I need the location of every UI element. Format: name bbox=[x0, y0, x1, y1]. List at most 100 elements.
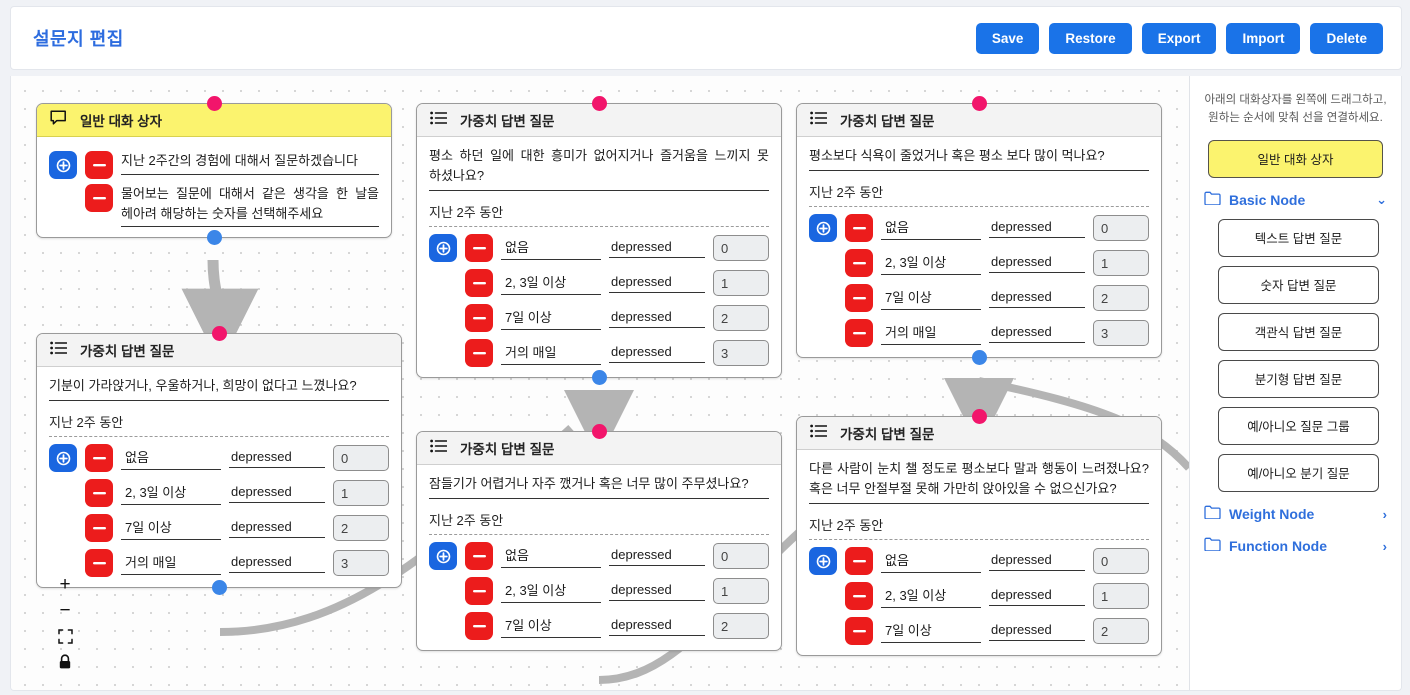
option-label-input[interactable]: 7일 이상 bbox=[501, 307, 601, 330]
node-weight-question[interactable]: 가중치 답변 질문 다른 사람이 눈치 챌 정도로 평소보다 말과 행동이 느려… bbox=[796, 409, 1162, 657]
node-weight-question[interactable]: 가중치 답변 질문 잠들기가 어렵거나 자주 깼거나 혹은 너무 많이 주무셨나… bbox=[416, 424, 782, 652]
node-weight-question[interactable]: 가중치 답변 질문 기분이 가라앉거나, 우울하거나, 희망이 없다고 느꼈나요… bbox=[36, 326, 402, 596]
option-key-input[interactable]: depressed bbox=[609, 309, 705, 328]
option-value-input[interactable]: 0 bbox=[713, 235, 769, 262]
option-value-input[interactable]: 3 bbox=[713, 340, 769, 367]
option-key-input[interactable]: depressed bbox=[989, 587, 1085, 606]
option-label-input[interactable]: 거의 매일 bbox=[121, 552, 221, 575]
option-label-input[interactable]: 2, 3일 이상 bbox=[881, 585, 981, 608]
palette-item-yesno-group[interactable]: 예/아니오 질문 그룹 bbox=[1218, 406, 1379, 445]
option-value-input[interactable]: 1 bbox=[333, 480, 389, 507]
option-value-input[interactable]: 1 bbox=[713, 270, 769, 297]
delete-line-button[interactable] bbox=[85, 184, 113, 212]
chevron-down-icon[interactable]: ⌄ bbox=[1376, 192, 1387, 208]
restore-button[interactable]: Restore bbox=[1049, 22, 1132, 54]
period-text[interactable]: 지난 2주 동안 bbox=[809, 504, 1149, 541]
delete-button[interactable]: Delete bbox=[1310, 22, 1383, 54]
option-label-input[interactable]: 2, 3일 이상 bbox=[501, 580, 601, 603]
option-label-input[interactable]: 없음 bbox=[881, 550, 981, 573]
delete-option-button[interactable] bbox=[845, 319, 873, 348]
import-button[interactable]: Import bbox=[1226, 22, 1301, 54]
option-key-input[interactable]: depressed bbox=[989, 289, 1085, 308]
option-label-input[interactable]: 2, 3일 이상 bbox=[881, 252, 981, 275]
option-value-input[interactable]: 0 bbox=[1093, 215, 1149, 242]
node-weight-question[interactable]: 가중치 답변 질문 평소 하던 일에 대한 흥미가 없어지거나 즐거움을 느끼지… bbox=[416, 96, 782, 386]
delete-option-button[interactable] bbox=[465, 577, 493, 606]
delete-option-button[interactable] bbox=[845, 214, 873, 243]
chevron-right-icon[interactable]: › bbox=[1383, 539, 1387, 554]
delete-option-button[interactable] bbox=[465, 269, 493, 298]
option-key-input[interactable]: depressed bbox=[609, 344, 705, 363]
option-key-input[interactable]: depressed bbox=[989, 622, 1085, 641]
period-text[interactable]: 지난 2주 동안 bbox=[429, 191, 769, 228]
delete-line-button[interactable] bbox=[85, 151, 113, 179]
option-key-input[interactable]: depressed bbox=[229, 554, 325, 573]
option-key-input[interactable]: depressed bbox=[609, 547, 705, 566]
option-key-input[interactable]: depressed bbox=[989, 552, 1085, 571]
add-option-button[interactable] bbox=[429, 234, 457, 263]
fit-view-button[interactable] bbox=[53, 623, 77, 649]
question-text[interactable]: 다른 사람이 눈치 챌 정도로 평소보다 말과 행동이 느려졌나요? 혹은 너무… bbox=[809, 459, 1149, 505]
add-option-button[interactable] bbox=[429, 542, 457, 571]
save-button[interactable]: Save bbox=[975, 22, 1040, 54]
option-value-input[interactable]: 0 bbox=[1093, 548, 1149, 575]
target-handle[interactable] bbox=[211, 326, 227, 341]
delete-option-button[interactable] bbox=[85, 444, 113, 473]
delete-option-button[interactable] bbox=[465, 542, 493, 571]
palette-item-yesno-branch[interactable]: 예/아니오 분기 질문 bbox=[1218, 453, 1379, 492]
option-key-input[interactable]: depressed bbox=[609, 239, 705, 258]
delete-option-button[interactable] bbox=[465, 339, 493, 368]
option-label-input[interactable]: 7일 이상 bbox=[881, 620, 981, 643]
option-label-input[interactable]: 거의 매일 bbox=[501, 342, 601, 365]
option-value-input[interactable]: 2 bbox=[1093, 618, 1149, 645]
palette-item-number-question[interactable]: 숫자 답변 질문 bbox=[1218, 265, 1379, 304]
zoom-in-button[interactable]: + bbox=[53, 571, 77, 597]
option-label-input[interactable]: 2, 3일 이상 bbox=[121, 482, 221, 505]
period-text[interactable]: 지난 2주 동안 bbox=[429, 499, 769, 536]
option-key-input[interactable]: depressed bbox=[229, 449, 325, 468]
option-value-input[interactable]: 2 bbox=[713, 305, 769, 332]
palette-item-text-question[interactable]: 텍스트 답변 질문 bbox=[1218, 218, 1379, 257]
option-value-input[interactable]: 1 bbox=[1093, 583, 1149, 610]
period-text[interactable]: 지난 2주 동안 bbox=[809, 171, 1149, 208]
option-label-input[interactable]: 없음 bbox=[881, 217, 981, 240]
delete-option-button[interactable] bbox=[845, 249, 873, 278]
palette-item-choice-question[interactable]: 객관식 답변 질문 bbox=[1218, 312, 1379, 351]
option-value-input[interactable]: 1 bbox=[1093, 250, 1149, 277]
option-key-input[interactable]: depressed bbox=[989, 324, 1085, 343]
source-handle[interactable] bbox=[971, 350, 987, 366]
palette-group-basic-node[interactable]: Basic Node ⌄ bbox=[1204, 191, 1387, 210]
option-label-input[interactable]: 없음 bbox=[501, 237, 601, 260]
question-text[interactable]: 평소보다 식욕이 줄었거나 혹은 평소 보다 많이 먹나요? bbox=[809, 146, 1149, 172]
option-label-input[interactable]: 7일 이상 bbox=[501, 615, 601, 638]
delete-option-button[interactable] bbox=[85, 549, 113, 578]
option-value-input[interactable]: 2 bbox=[333, 515, 389, 542]
lock-button[interactable] bbox=[53, 649, 77, 675]
option-label-input[interactable]: 7일 이상 bbox=[121, 517, 221, 540]
source-handle[interactable] bbox=[211, 580, 227, 596]
add-option-button[interactable] bbox=[49, 444, 77, 473]
target-handle[interactable] bbox=[591, 96, 607, 111]
delete-option-button[interactable] bbox=[465, 612, 493, 641]
delete-option-button[interactable] bbox=[845, 284, 873, 313]
option-label-input[interactable]: 2, 3일 이상 bbox=[501, 272, 601, 295]
source-handle[interactable] bbox=[206, 230, 222, 245]
palette-item-branch-question[interactable]: 분기형 답변 질문 bbox=[1218, 359, 1379, 398]
export-button[interactable]: Export bbox=[1141, 22, 1217, 54]
option-key-input[interactable]: depressed bbox=[609, 617, 705, 636]
option-key-input[interactable]: depressed bbox=[989, 254, 1085, 273]
option-value-input[interactable]: 3 bbox=[1093, 320, 1149, 347]
option-key-input[interactable]: depressed bbox=[609, 274, 705, 293]
option-value-input[interactable]: 0 bbox=[713, 543, 769, 570]
node-weight-question[interactable]: 가중치 답변 질문 평소보다 식욕이 줄었거나 혹은 평소 보다 많이 먹나요?… bbox=[796, 96, 1162, 366]
delete-option-button[interactable] bbox=[845, 617, 873, 646]
option-key-input[interactable]: depressed bbox=[609, 582, 705, 601]
option-label-input[interactable]: 없음 bbox=[121, 447, 221, 470]
palette-item-dialog-box[interactable]: 일반 대화 상자 bbox=[1208, 139, 1383, 178]
option-key-input[interactable]: depressed bbox=[989, 219, 1085, 238]
delete-option-button[interactable] bbox=[465, 304, 493, 333]
question-text[interactable]: 기분이 가라앉거나, 우울하거나, 희망이 없다고 느꼈나요? bbox=[49, 376, 389, 402]
option-label-input[interactable]: 7일 이상 bbox=[881, 287, 981, 310]
node-dialog-box[interactable]: 일반 대화 상자 지난 2주간의 경험에 대해서 질문하겠습니다 물어보는 질문… bbox=[36, 96, 392, 245]
target-handle[interactable] bbox=[971, 96, 987, 111]
